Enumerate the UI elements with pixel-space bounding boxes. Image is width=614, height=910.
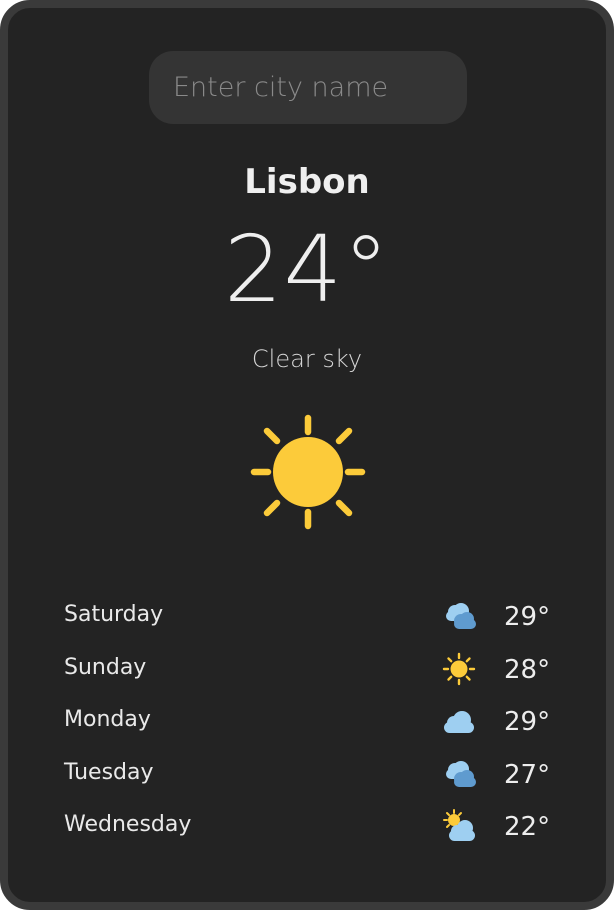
forecast-row: Sunday 28° [64,646,554,699]
sun-icon [250,414,366,530]
forecast-day: Tuesday [64,759,154,785]
forecast-temperature: 28° [504,654,551,685]
weather-description: Clear sky [251,345,363,373]
forecast-day: Monday [64,707,151,732]
sun-behind-cloud-icon [443,809,475,841]
forecast-temperature: 29° [504,707,551,737]
forecast-day: Saturday [64,602,164,627]
forecast-temperature: 27° [504,759,551,790]
weather-card: Lisbon 24° Clear sky Saturday [0,0,614,910]
forecast-day: Wednesday [64,812,192,837]
forecast-day: Sunday [64,654,147,680]
current-temperature: 24° [223,216,391,323]
city-name: Lisbon [244,162,370,202]
forecast-row: Monday 29° [64,698,554,751]
forecast-list: Saturday 29° Sunday 28° Monday 29° Tuesd… [64,593,554,856]
city-search-input[interactable] [149,51,467,124]
forecast-row: Saturday 29° [64,593,554,646]
forecast-temperature: 22° [504,812,551,842]
partly-cloudy-icon [446,603,476,629]
forecast-temperature: 29° [504,602,551,632]
forecast-row: Tuesday 27° [64,751,554,804]
partly-cloudy-icon [446,760,476,787]
cloud-icon [444,711,474,733]
sun-icon [442,652,476,685]
forecast-row: Wednesday 22° [64,803,554,856]
